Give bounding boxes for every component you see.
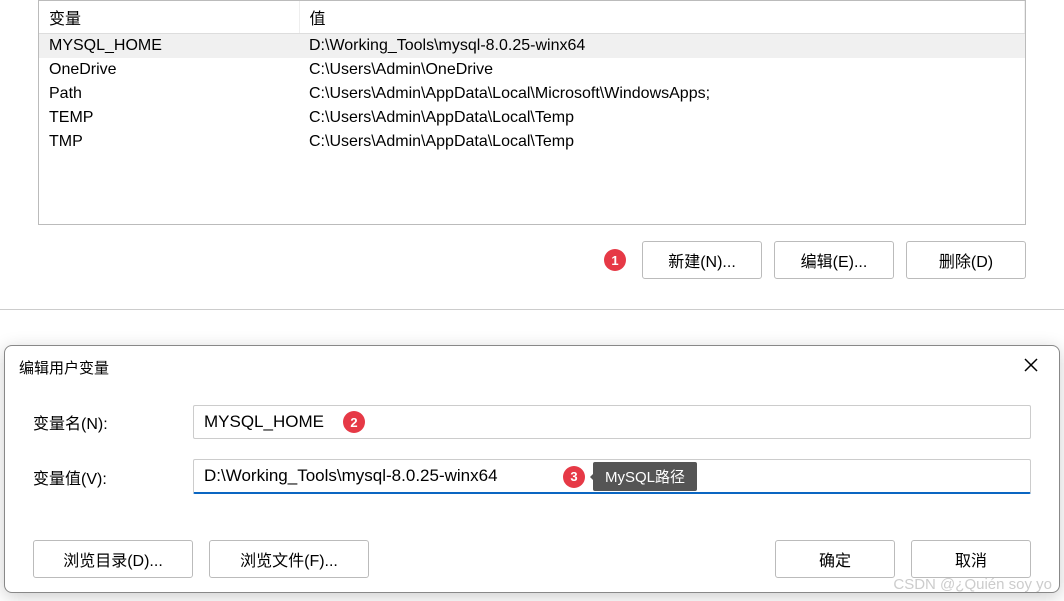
variable-name-row: 变量名(N): 2 [33, 405, 1031, 439]
annotation-tooltip: MySQL路径 [593, 462, 697, 491]
browse-directory-button[interactable]: 浏览目录(D)... [33, 540, 193, 578]
table-row[interactable]: TEMPC:\Users\Admin\AppData\Local\Temp [39, 106, 1025, 130]
col-header-variable[interactable]: 变量 [39, 1, 299, 34]
cell-value: D:\Working_Tools\mysql-8.0.25-winx64 [299, 34, 1025, 59]
new-button[interactable]: 新建(N)... [642, 241, 762, 279]
variable-value-label: 变量值(V): [33, 465, 193, 489]
close-icon[interactable] [1017, 354, 1045, 381]
dialog-header: 编辑用户变量 [5, 346, 1059, 387]
delete-button[interactable]: 删除(D) [906, 241, 1026, 279]
cell-value: C:\Users\Admin\AppData\Local\Microsoft\W… [299, 82, 1025, 106]
cell-value: C:\Users\Admin\AppData\Local\Temp [299, 130, 1025, 154]
edit-user-variable-dialog: 编辑用户变量 变量名(N): 2 变量值(V): 3 MySQL路径 浏览目录(… [4, 345, 1060, 593]
table-button-row: 1 新建(N)... 编辑(E)... 删除(D) [30, 225, 1034, 289]
variable-value-row: 变量值(V): 3 MySQL路径 [33, 459, 1031, 494]
table-spacer [39, 154, 1025, 224]
table-row[interactable]: PathC:\Users\Admin\AppData\Local\Microso… [39, 82, 1025, 106]
dialog-footer: 浏览目录(D)... 浏览文件(F)... 确定 取消 [33, 540, 1031, 578]
annotation-badge-2: 2 [343, 411, 365, 433]
ok-button[interactable]: 确定 [775, 540, 895, 578]
table-row[interactable]: MYSQL_HOMED:\Working_Tools\mysql-8.0.25-… [39, 34, 1025, 59]
col-header-value[interactable]: 值 [299, 1, 1025, 34]
env-vars-panel: 变量 值 MYSQL_HOMED:\Working_Tools\mysql-8.… [0, 0, 1064, 310]
cell-variable: MYSQL_HOME [39, 34, 299, 59]
cell-variable: TEMP [39, 106, 299, 130]
dialog-title: 编辑用户变量 [19, 357, 109, 378]
edit-button[interactable]: 编辑(E)... [774, 241, 894, 279]
annotation-badge-3: 3 [563, 466, 585, 488]
annotation-badge-1: 1 [604, 249, 626, 271]
env-vars-table-wrap: 变量 值 MYSQL_HOMED:\Working_Tools\mysql-8.… [38, 0, 1026, 225]
cell-variable: Path [39, 82, 299, 106]
env-vars-table[interactable]: 变量 值 MYSQL_HOMED:\Working_Tools\mysql-8.… [39, 1, 1025, 154]
cancel-button[interactable]: 取消 [911, 540, 1031, 578]
cell-variable: OneDrive [39, 58, 299, 82]
dialog-body: 变量名(N): 2 变量值(V): 3 MySQL路径 [5, 387, 1059, 494]
cell-value: C:\Users\Admin\OneDrive [299, 58, 1025, 82]
table-row[interactable]: OneDriveC:\Users\Admin\OneDrive [39, 58, 1025, 82]
table-row[interactable]: TMPC:\Users\Admin\AppData\Local\Temp [39, 130, 1025, 154]
variable-name-label: 变量名(N): [33, 410, 193, 434]
cell-value: C:\Users\Admin\AppData\Local\Temp [299, 106, 1025, 130]
variable-name-input[interactable] [193, 405, 1031, 439]
cell-variable: TMP [39, 130, 299, 154]
browse-file-button[interactable]: 浏览文件(F)... [209, 540, 369, 578]
